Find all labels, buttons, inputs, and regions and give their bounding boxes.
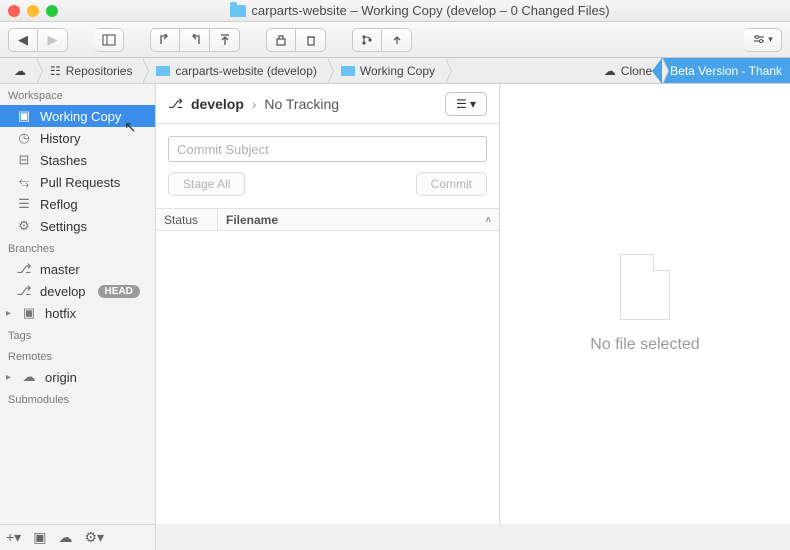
submodules-section-header: Submodules bbox=[0, 388, 155, 409]
file-icon bbox=[620, 254, 670, 320]
close-window-button[interactable] bbox=[8, 5, 20, 17]
sidebar-remote-origin[interactable]: ▸ ☁ origin bbox=[0, 366, 155, 388]
reflog-icon: ☰ bbox=[16, 196, 32, 212]
sidebar-item-history[interactable]: ◷ History bbox=[0, 127, 155, 149]
no-file-selected-label: No file selected bbox=[590, 336, 699, 354]
branches-section-header: Branches bbox=[0, 237, 155, 258]
cloud-icon: ☁ bbox=[14, 64, 26, 78]
sidebar: Workspace ▣ Working Copy ◷ History ⊟ Sta… bbox=[0, 84, 156, 524]
sidebar-item-label: origin bbox=[45, 370, 77, 385]
branch-icon: ⎇ bbox=[168, 96, 183, 112]
back-button[interactable]: ◀ bbox=[8, 28, 38, 52]
repo-path-item[interactable]: carparts-website (develop) bbox=[142, 58, 326, 83]
clock-icon: ◷ bbox=[16, 130, 32, 146]
sidebar-item-label: Working Copy bbox=[40, 109, 121, 124]
discard-button[interactable] bbox=[296, 28, 326, 52]
remote-icon: ☁ bbox=[21, 369, 37, 385]
folder-icon: ▣ bbox=[21, 305, 37, 321]
folder-icon bbox=[230, 5, 246, 17]
sidebar-item-label: Settings bbox=[40, 219, 87, 234]
head-badge: HEAD bbox=[98, 285, 140, 298]
branch-header: ⎇ develop › No Tracking ☰ ▾ bbox=[156, 84, 499, 124]
sidebar-item-label: Pull Requests bbox=[40, 175, 120, 190]
repo-label: carparts-website (develop) bbox=[175, 64, 316, 78]
column-status[interactable]: Status bbox=[156, 209, 218, 230]
sidebar-item-label: hotfix bbox=[45, 306, 76, 321]
beta-label: Beta Version - Thank bbox=[670, 64, 782, 78]
sidebar-item-label: master bbox=[40, 262, 80, 277]
tracking-label: No Tracking bbox=[264, 96, 339, 112]
current-branch: develop bbox=[191, 96, 244, 112]
stage-all-button[interactable]: Stage All bbox=[168, 172, 245, 196]
beta-version-tab[interactable]: Beta Version - Thank bbox=[662, 58, 790, 83]
pull-button[interactable] bbox=[180, 28, 210, 52]
folder-icon bbox=[341, 66, 355, 76]
terminal-button[interactable] bbox=[382, 28, 412, 52]
column-filename[interactable]: Filename ˄ bbox=[218, 213, 499, 227]
sidebar-item-label: Reflog bbox=[40, 197, 78, 212]
view-mode-button[interactable] bbox=[94, 28, 124, 52]
working-copy-label: Working Copy bbox=[360, 64, 435, 78]
clone-label: Clone bbox=[621, 64, 652, 78]
settings-toolbar-button[interactable]: ▾ bbox=[744, 28, 782, 52]
remotes-section-header: Remotes bbox=[0, 345, 155, 366]
sidebar-branch-master[interactable]: ⎇ master bbox=[0, 258, 155, 280]
file-list-empty bbox=[156, 231, 499, 524]
push-button[interactable] bbox=[210, 28, 240, 52]
folder-icon: ▣ bbox=[16, 108, 32, 124]
path-bar: ☁ ☷ Repositories carparts-website (develo… bbox=[0, 58, 790, 84]
workspace-section-header: Workspace bbox=[0, 84, 155, 105]
column-filename-label: Filename bbox=[226, 213, 278, 227]
cloud-path-item[interactable]: ☁ bbox=[0, 58, 36, 83]
commit-subject-input[interactable] bbox=[168, 136, 487, 162]
sidebar-footer: +▾ ▣ ☁ ⚙▾ bbox=[0, 524, 156, 550]
cloud-download-icon: ☁ bbox=[604, 64, 616, 78]
minimize-window-button[interactable] bbox=[27, 5, 39, 17]
pull-request-icon: ⥃ bbox=[16, 174, 32, 190]
file-list-header: Status Filename ˄ bbox=[156, 209, 499, 231]
stash-icon: ⊟ bbox=[16, 152, 32, 168]
working-copy-panel: ⎇ develop › No Tracking ☰ ▾ Stage All Co… bbox=[156, 84, 500, 524]
chevron-right-icon: ▸ bbox=[6, 372, 11, 383]
branch-icon: ⎇ bbox=[16, 283, 32, 299]
tags-section-header: Tags bbox=[0, 324, 155, 345]
file-preview-panel: No file selected bbox=[500, 84, 790, 524]
sidebar-item-pull-requests[interactable]: ⥃ Pull Requests bbox=[0, 171, 155, 193]
sort-indicator-icon: ˄ bbox=[486, 215, 491, 225]
toolbar: ◀ ▶ ▾ bbox=[0, 22, 790, 58]
stack-icon: ☷ bbox=[50, 64, 61, 78]
view-options-button[interactable]: ☰ ▾ bbox=[445, 92, 487, 116]
sidebar-item-stashes[interactable]: ⊟ Stashes bbox=[0, 149, 155, 171]
sidebar-branch-develop[interactable]: ⎇ develop HEAD bbox=[0, 280, 155, 302]
working-copy-path-item[interactable]: Working Copy bbox=[327, 58, 445, 83]
zoom-window-button[interactable] bbox=[46, 5, 58, 17]
fetch-button[interactable] bbox=[150, 28, 180, 52]
archive-button[interactable]: ▣ bbox=[33, 529, 46, 546]
gear-icon: ⚙ bbox=[16, 218, 32, 234]
sidebar-item-reflog[interactable]: ☰ Reflog bbox=[0, 193, 155, 215]
cloud-button[interactable]: ☁ bbox=[58, 529, 72, 546]
branch-icon: ⎇ bbox=[16, 261, 32, 277]
footer-settings-button[interactable]: ⚙▾ bbox=[84, 529, 104, 546]
add-button[interactable]: +▾ bbox=[6, 529, 21, 546]
forward-button[interactable]: ▶ bbox=[38, 28, 68, 52]
sidebar-item-settings[interactable]: ⚙ Settings bbox=[0, 215, 155, 237]
folder-icon bbox=[156, 66, 170, 76]
window-titlebar: carparts-website – Working Copy (develop… bbox=[0, 0, 790, 22]
chevron-right-icon: › bbox=[252, 96, 257, 112]
sidebar-item-label: develop bbox=[40, 284, 86, 299]
repositories-label: Repositories bbox=[66, 64, 133, 78]
sidebar-item-label: History bbox=[40, 131, 80, 146]
repositories-path-item[interactable]: ☷ Repositories bbox=[36, 58, 142, 83]
sidebar-folder-hotfix[interactable]: ▸ ▣ hotfix bbox=[0, 302, 155, 324]
stash-button[interactable] bbox=[266, 28, 296, 52]
commit-button[interactable]: Commit bbox=[416, 172, 487, 196]
sidebar-item-working-copy[interactable]: ▣ Working Copy bbox=[0, 105, 155, 127]
git-flow-button[interactable] bbox=[352, 28, 382, 52]
window-title: carparts-website – Working Copy (develop… bbox=[251, 3, 609, 18]
chevron-right-icon: ▸ bbox=[6, 308, 11, 319]
sidebar-item-label: Stashes bbox=[40, 153, 87, 168]
traffic-lights bbox=[8, 5, 58, 17]
